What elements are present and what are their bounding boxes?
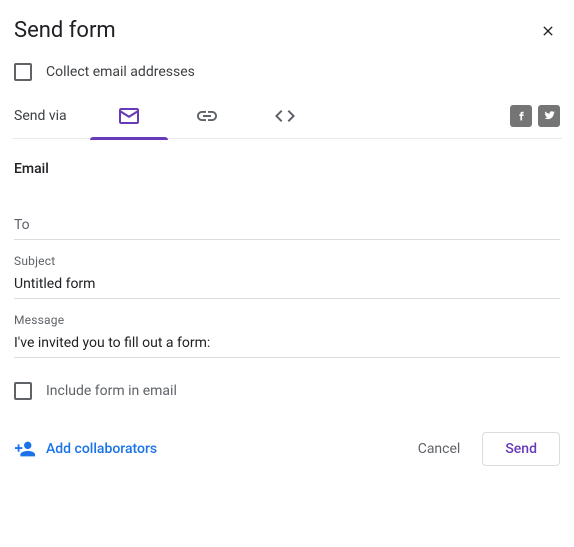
include-form-checkbox[interactable] bbox=[14, 382, 32, 400]
message-input[interactable] bbox=[14, 327, 560, 358]
send-form-dialog: Send form Collect email addresses Send v… bbox=[0, 0, 574, 478]
send-via-row: Send via bbox=[12, 93, 562, 139]
subject-input[interactable] bbox=[14, 268, 560, 299]
collect-emails-checkbox[interactable] bbox=[14, 63, 32, 81]
tab-email[interactable] bbox=[90, 93, 168, 139]
tab-link[interactable] bbox=[168, 93, 246, 139]
social-share bbox=[510, 105, 562, 127]
subject-label: Subject bbox=[14, 254, 560, 268]
close-icon bbox=[540, 23, 556, 39]
send-via-label: Send via bbox=[12, 108, 90, 124]
facebook-icon bbox=[515, 109, 528, 122]
include-form-label: Include form in email bbox=[46, 383, 177, 399]
collect-emails-label: Collect email addresses bbox=[46, 64, 195, 80]
share-facebook-button[interactable] bbox=[510, 105, 532, 127]
dialog-footer: Add collaborators Cancel Send bbox=[12, 410, 562, 466]
code-icon bbox=[273, 104, 297, 128]
send-button[interactable]: Send bbox=[482, 432, 560, 466]
include-form-row: Include form in email bbox=[12, 358, 562, 410]
to-field bbox=[12, 185, 562, 240]
add-collaborators-label: Add collaborators bbox=[46, 441, 157, 457]
mail-icon bbox=[117, 104, 141, 128]
subject-field: Subject bbox=[12, 240, 562, 299]
tab-embed[interactable] bbox=[246, 93, 324, 139]
dialog-title: Send form bbox=[14, 18, 116, 43]
email-section-title: Email bbox=[12, 139, 562, 185]
message-field: Message bbox=[12, 299, 562, 358]
collect-emails-row: Collect email addresses bbox=[12, 49, 562, 93]
twitter-icon bbox=[543, 109, 556, 122]
cancel-button[interactable]: Cancel bbox=[414, 433, 465, 465]
close-button[interactable] bbox=[536, 19, 560, 43]
link-icon bbox=[195, 104, 219, 128]
to-input[interactable] bbox=[14, 199, 560, 240]
message-label: Message bbox=[14, 313, 560, 327]
person-add-icon bbox=[14, 438, 36, 460]
share-twitter-button[interactable] bbox=[538, 105, 560, 127]
dialog-header: Send form bbox=[12, 18, 562, 49]
footer-actions: Cancel Send bbox=[414, 432, 560, 466]
add-collaborators-button[interactable]: Add collaborators bbox=[14, 438, 157, 460]
